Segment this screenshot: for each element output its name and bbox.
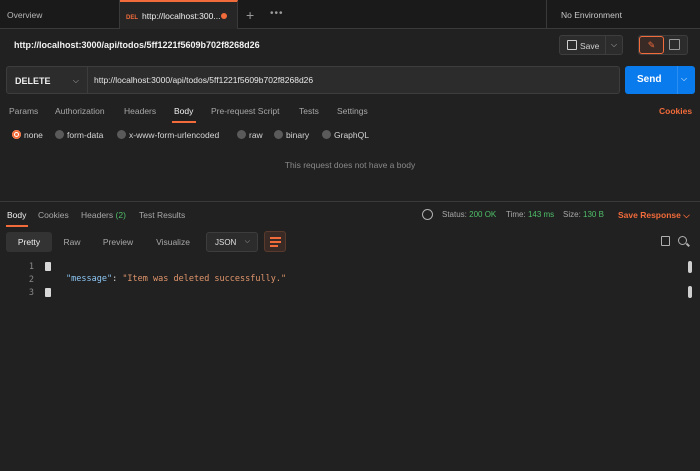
chevron-down-icon[interactable]: ⌵	[681, 74, 687, 84]
radio-none[interactable]	[12, 130, 21, 139]
format-visualize[interactable]: Visualize	[146, 232, 200, 252]
tab-bar: Overview DEL http://localhost:300... + ••…	[0, 0, 700, 29]
send-label: Send	[637, 74, 662, 85]
tab-method-badge: DEL	[126, 15, 138, 21]
radio-label-form-data: form-data	[67, 130, 104, 140]
size-readout: Size: 130 B	[563, 210, 604, 219]
tab-overview[interactable]: Overview	[0, 0, 120, 29]
format-preview[interactable]: Preview	[94, 232, 142, 252]
radio-x-www-form-urlencoded[interactable]	[117, 130, 126, 139]
globe-icon[interactable]	[422, 209, 433, 220]
method-value: DELETE	[15, 76, 51, 86]
view-mode-toggle: ✎	[638, 35, 688, 55]
request-title: http://localhost:3000/api/todos/5ff1221f…	[14, 40, 260, 50]
active-response-tab-underline	[6, 225, 28, 227]
json-string-value: "Item was deleted successfully."	[122, 274, 287, 284]
radio-label-binary: binary	[286, 130, 310, 140]
chevron-down-icon[interactable]: ⌵	[611, 40, 617, 50]
request-tabs: Params Authorization Headers Body Pre-re…	[0, 100, 700, 124]
code-line: "message": "Item was deleted successfull…	[66, 274, 286, 284]
save-label: Save	[580, 41, 600, 51]
url-input[interactable]: http://localhost:3000/api/todos/5ff1221f…	[88, 66, 620, 94]
format-pretty[interactable]: Pretty	[6, 232, 52, 252]
chevron-down-icon: ⌵	[683, 210, 690, 220]
response-tab-headers-label: Headers	[81, 210, 114, 220]
radio-label-x-www-form-urlencoded: x-www-form-urlencoded	[129, 130, 220, 140]
more-tabs-icon[interactable]: •••	[270, 8, 284, 19]
documentation-icon[interactable]	[669, 39, 680, 50]
json-colon: :	[112, 274, 123, 284]
status-label: Status:	[442, 210, 467, 219]
chevron-down-icon: ⌵	[72, 76, 79, 85]
radio-label-none: none	[24, 130, 43, 140]
tab-params[interactable]: Params	[9, 106, 38, 116]
tab-settings[interactable]: Settings	[337, 106, 368, 116]
no-body-message: This request does not have a body	[284, 160, 416, 170]
radio-label-raw: raw	[249, 130, 263, 140]
response-tab-headers[interactable]: Headers (2)	[81, 210, 126, 220]
save-divider	[605, 36, 606, 54]
save-button[interactable]: Save ⌵	[559, 35, 623, 55]
save-response-label: Save Response	[618, 210, 681, 220]
line-number: 3	[28, 288, 34, 298]
tab-active-label: http://localhost:300...	[142, 11, 221, 21]
search-icon[interactable]	[678, 236, 687, 245]
radio-raw[interactable]	[237, 130, 246, 139]
language-select[interactable]: JSON ⌵	[206, 232, 258, 252]
headers-count-badge: (2)	[115, 210, 126, 220]
cookies-link[interactable]: Cookies	[659, 106, 692, 116]
radio-label-graphql: GraphQL	[334, 130, 369, 140]
radio-graphql[interactable]	[322, 130, 331, 139]
response-tab-test-results[interactable]: Test Results	[139, 210, 185, 220]
chevron-down-icon: ⌵	[244, 238, 250, 245]
tab-authorization[interactable]: Authorization	[55, 106, 105, 116]
tab-body[interactable]: Body	[174, 106, 193, 116]
method-select[interactable]: DELETE ⌵	[6, 66, 88, 94]
time-readout: Time: 143 ms	[506, 210, 554, 219]
response-tab-cookies[interactable]: Cookies	[38, 210, 69, 220]
line-number: 1	[28, 262, 34, 272]
pane-divider[interactable]	[0, 201, 700, 202]
format-toggle-group: Pretty Raw Preview Visualize	[6, 232, 202, 252]
radio-binary[interactable]	[274, 130, 283, 139]
tab-active-request[interactable]: DEL http://localhost:300...	[120, 0, 238, 29]
copy-icon[interactable]	[661, 236, 670, 246]
save-response-button[interactable]: Save Response ⌵	[618, 210, 690, 221]
tab-headers[interactable]: Headers	[124, 106, 156, 116]
scrollbar-thumb[interactable]	[688, 286, 692, 298]
send-divider	[677, 66, 678, 94]
line-number: 2	[28, 275, 34, 285]
fold-toggle-icon[interactable]	[45, 288, 51, 297]
time-value: 143 ms	[527, 210, 555, 219]
new-tab-plus-icon[interactable]: +	[246, 7, 254, 23]
tab-pre-request-script[interactable]: Pre-request Script	[211, 106, 280, 116]
body-type-options: none form-data x-www-form-urlencoded raw…	[0, 124, 700, 146]
time-label: Time:	[506, 210, 526, 219]
status-readout: Status: 200 OK	[442, 210, 496, 219]
size-value: 130 B	[583, 210, 604, 219]
unsaved-dot-icon	[221, 13, 227, 19]
active-tab-underline	[172, 121, 196, 123]
send-button[interactable]: Send ⌵	[625, 66, 695, 94]
json-key: "message"	[66, 274, 113, 284]
fold-toggle-icon[interactable]	[45, 262, 51, 271]
pencil-icon[interactable]: ✎	[639, 36, 664, 54]
request-title-row: http://localhost:3000/api/todos/5ff1221f…	[0, 30, 700, 62]
status-value: 200 OK	[469, 210, 497, 219]
scrollbar-thumb[interactable]	[688, 261, 692, 273]
save-disk-icon	[567, 40, 577, 50]
radio-form-data[interactable]	[55, 130, 64, 139]
language-value: JSON	[215, 238, 237, 247]
response-tab-body[interactable]: Body	[7, 210, 26, 220]
environment-selector[interactable]: No Environment	[546, 0, 700, 29]
wrap-lines-icon[interactable]	[264, 231, 286, 252]
format-raw[interactable]: Raw	[54, 232, 90, 252]
size-label: Size:	[563, 210, 581, 219]
tab-tests[interactable]: Tests	[299, 106, 319, 116]
